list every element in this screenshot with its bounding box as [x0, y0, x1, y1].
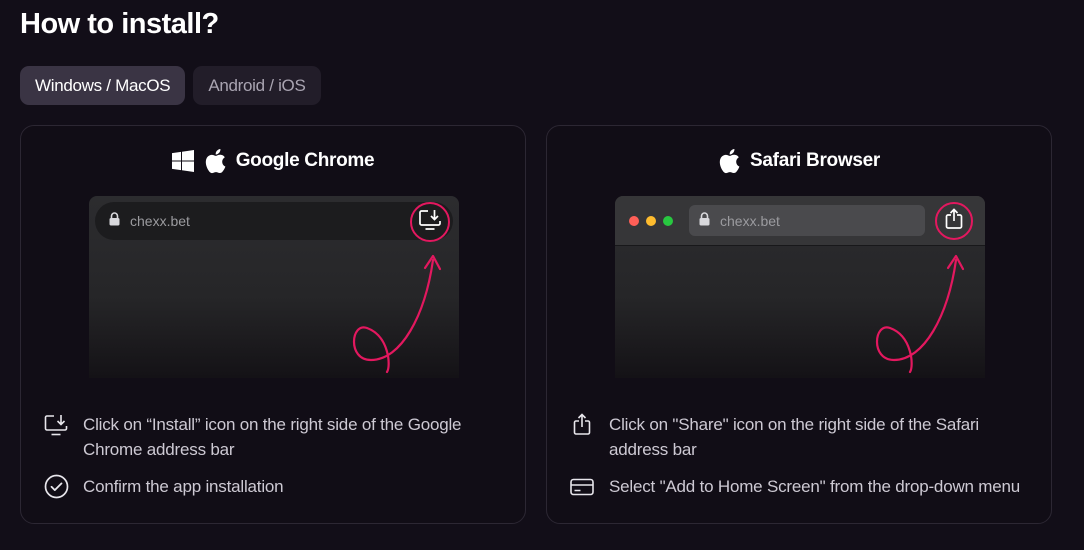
chrome-card-title: Google Chrome [235, 150, 375, 171]
safari-step-1-text: Click on "Share" icon on the right side … [609, 415, 980, 459]
safari-step-2-text: Select "Add to Home Screen" from the dro… [609, 477, 1021, 496]
install-icon [419, 209, 441, 236]
safari-step-1: Click on "Share" icon on the right side … [569, 412, 1031, 462]
chrome-url: chexx.bet [109, 212, 190, 229]
card-icon [569, 474, 595, 499]
maximize-dot [663, 216, 673, 226]
share-icon [569, 412, 595, 437]
platform-tabs: Windows / MacOS Android / iOS [20, 66, 321, 105]
lock-icon [699, 212, 710, 229]
install-icon [43, 412, 69, 437]
safari-card-header: Safari Browser [547, 148, 1051, 174]
close-dot [629, 216, 639, 226]
safari-card: Safari Browser chexx.bet Click on "Share… [546, 125, 1052, 524]
chrome-steps: Click on “Install” icon on the right sid… [43, 412, 505, 499]
windows-icon [171, 150, 194, 172]
safari-mockup: chexx.bet [615, 196, 985, 378]
lock-icon [109, 212, 120, 229]
share-icon [945, 207, 963, 235]
page-title: How to install? [20, 8, 219, 40]
apple-icon [718, 148, 740, 174]
chrome-card-header: Google Chrome [21, 148, 525, 174]
safari-url: chexx.bet [699, 212, 780, 229]
safari-toolbar: chexx.bet [615, 196, 985, 246]
minimize-dot [646, 216, 656, 226]
check-circle-icon [43, 474, 69, 499]
apple-icon [204, 148, 226, 174]
chrome-step-2: Confirm the app installation [43, 474, 505, 499]
chrome-step-1-text: Click on “Install” icon on the right sid… [83, 415, 462, 459]
share-icon-highlight[interactable] [935, 202, 973, 240]
tab-android-ios[interactable]: Android / iOS [193, 66, 321, 105]
safari-step-2: Select "Add to Home Screen" from the dro… [569, 474, 1031, 499]
tab-windows-macos[interactable]: Windows / MacOS [20, 66, 186, 105]
safari-steps: Click on "Share" icon on the right side … [569, 412, 1031, 499]
safari-url-text: chexx.bet [720, 212, 780, 229]
chrome-card: Google Chrome chexx.bet Click on “Instal… [20, 125, 526, 524]
chrome-step-1: Click on “Install” icon on the right sid… [43, 412, 505, 462]
chrome-mockup: chexx.bet [89, 196, 459, 378]
chrome-step-2-text: Confirm the app installation [83, 477, 284, 496]
install-icon-highlight[interactable] [410, 202, 450, 242]
chrome-url-text: chexx.bet [130, 212, 190, 229]
safari-card-title: Safari Browser [750, 150, 880, 171]
